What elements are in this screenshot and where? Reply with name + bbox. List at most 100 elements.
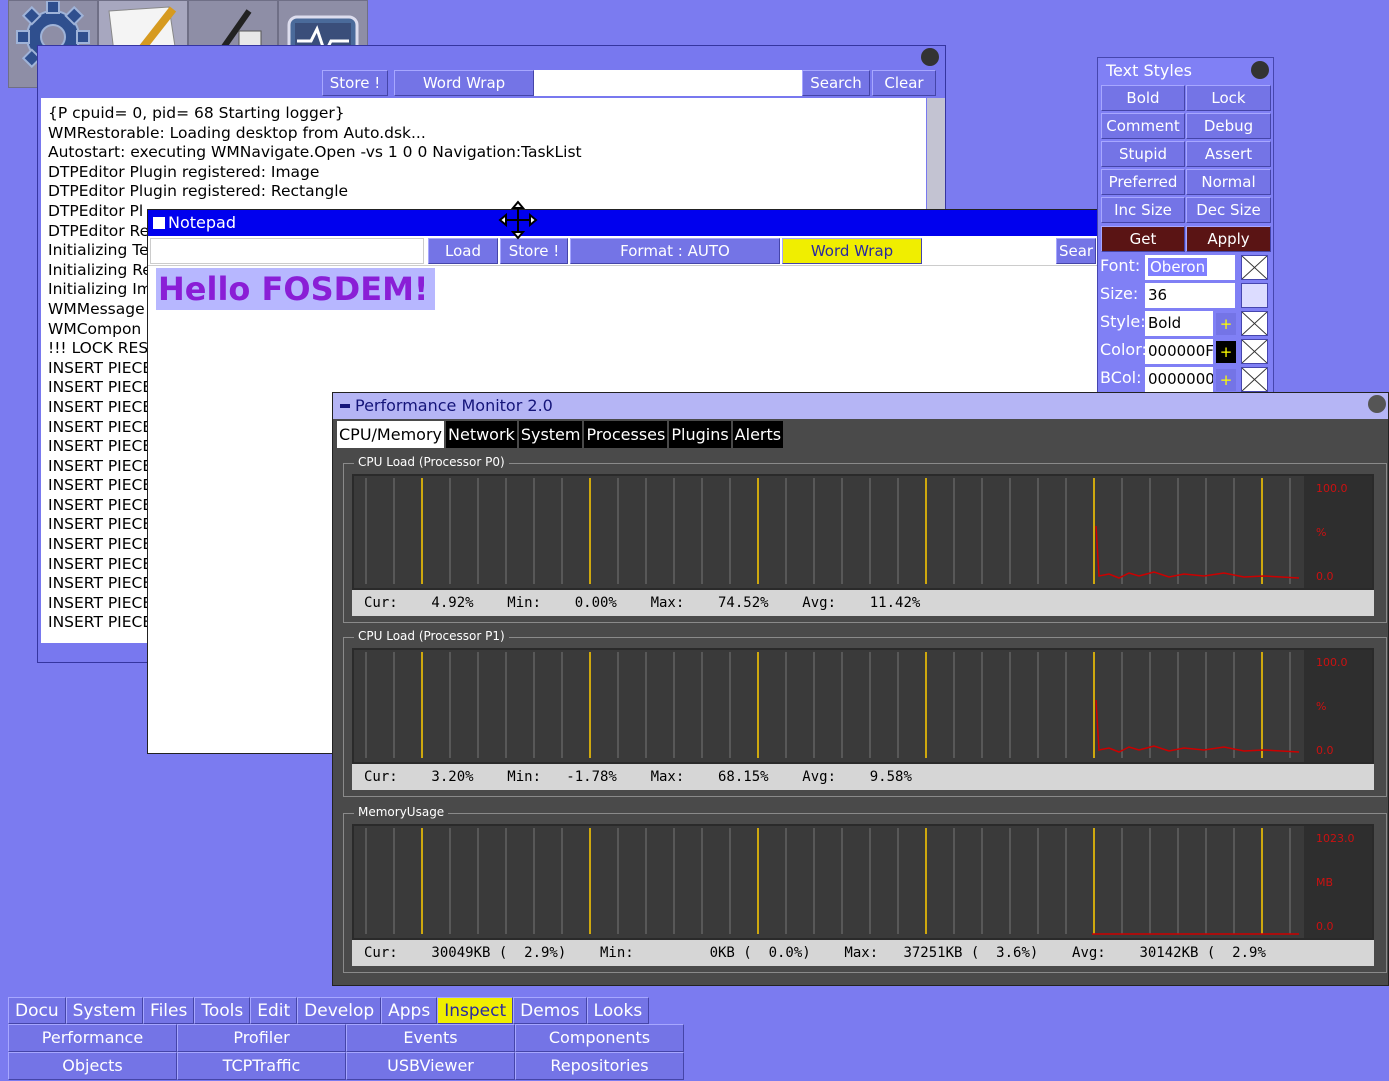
close-knob-icon[interactable] (1368, 395, 1386, 413)
perf-monitor-titlebar[interactable]: Performance Monitor 2.0 (333, 393, 1388, 419)
apply-button[interactable]: Apply (1186, 226, 1271, 252)
size-field[interactable]: 36 (1145, 283, 1235, 308)
log-line: Autostart: executing WMNavigate.Open -vs… (48, 143, 582, 162)
notepad-titlebar[interactable]: Notepad (148, 210, 1156, 236)
style-button-dec-size[interactable]: Dec Size (1186, 197, 1271, 223)
store-button[interactable]: Store ! (322, 70, 388, 96)
perf-group-title: CPU Load (Processor P0) (354, 455, 509, 469)
menu-tools[interactable]: Tools (194, 997, 251, 1024)
log-line: DTPEditor Plugin registered: Rectangle (48, 182, 349, 201)
perf-trace (1095, 699, 1300, 753)
menu-demos[interactable]: Demos (513, 997, 587, 1024)
bcol-label: BCol: (1100, 368, 1142, 387)
menu-files[interactable]: Files (143, 997, 195, 1024)
style-clear-icon[interactable] (1241, 311, 1268, 336)
log-line: WMRestorable: Loading desktop from Auto.… (48, 123, 426, 142)
format-button[interactable]: Format : AUTO (570, 238, 780, 264)
color-field[interactable]: 000000FF (1145, 339, 1213, 364)
perf-graph-svg: 100.0% 0.0 (365, 476, 1372, 588)
menu-docu[interactable]: Docu (8, 997, 66, 1024)
style-button-stupid[interactable]: Stupid (1101, 141, 1185, 167)
style-button-comment[interactable]: Comment (1101, 113, 1185, 139)
tab-system[interactable]: System (518, 421, 583, 448)
submenu-performance[interactable]: Performance (8, 1024, 177, 1052)
bcol-field[interactable]: 0000000C (1145, 367, 1213, 392)
size-box[interactable] (1241, 283, 1268, 308)
window-menu-icon[interactable] (340, 404, 350, 408)
scale-label: 1023.0 (1316, 832, 1355, 845)
menu-system[interactable]: System (65, 997, 144, 1024)
menu-apps[interactable]: Apps (381, 997, 438, 1024)
style-button-preferred[interactable]: Preferred (1101, 169, 1185, 195)
perf-graph-svg: 100.0% 0.0 (365, 650, 1372, 762)
scale-label: % (1316, 700, 1326, 713)
text-styles-titlebar[interactable]: Text Styles (1098, 58, 1273, 84)
font-field[interactable]: Oberon (1145, 255, 1235, 280)
word-wrap-button[interactable]: Word Wrap (394, 70, 534, 96)
style-button-debug[interactable]: Debug (1186, 113, 1271, 139)
menu-develop[interactable]: Develop (297, 997, 382, 1024)
tab-processes[interactable]: Processes (584, 421, 668, 448)
word-wrap-toggle[interactable]: Word Wrap (782, 238, 922, 264)
submenu-repositories[interactable]: Repositories (515, 1052, 684, 1080)
perf-monitor-title: Performance Monitor 2.0 (355, 396, 553, 415)
search-button[interactable]: Sear (1056, 238, 1096, 264)
close-knob-icon[interactable] (1251, 61, 1269, 79)
menu-edit[interactable]: Edit (250, 997, 298, 1024)
submenu-events[interactable]: Events (346, 1024, 515, 1052)
menu-inspect[interactable]: Inspect (437, 997, 514, 1024)
submenu-usbviewer[interactable]: USBViewer (346, 1052, 515, 1080)
move-cursor-icon (498, 200, 538, 240)
perf-group: CPU Load (Processor P0) 100.0% 0.0 Cur: 4.9… (343, 455, 1387, 623)
notepad-title: Notepad (168, 213, 236, 232)
perf-stats: Cur: 4.92% Min: 0.00% Max: 74.52% Avg: 1… (352, 590, 1374, 616)
performance-monitor-window: Performance Monitor 2.0 CPU/Memory Networ… (332, 392, 1389, 986)
inspect-submenu: Performance Profiler Events Components Objec… (8, 1024, 684, 1081)
notepad-content[interactable]: Hello FOSDEM! (156, 268, 435, 310)
submenu-objects[interactable]: Objects (8, 1052, 177, 1080)
submenu-profiler[interactable]: Profiler (177, 1024, 346, 1052)
plus-icon[interactable]: + (1216, 341, 1236, 363)
style-button-assert[interactable]: Assert (1186, 141, 1271, 167)
perf-stats: Cur: 30049KB ( 2.9%) Min: 0KB ( 0.0%) Ma… (352, 940, 1374, 966)
bcol-clear-icon[interactable] (1241, 367, 1268, 392)
scale-label: MB (1316, 876, 1333, 889)
plus-icon[interactable]: + (1216, 313, 1236, 335)
submenu-components[interactable]: Components (515, 1024, 684, 1052)
get-button[interactable]: Get (1101, 226, 1185, 252)
clear-button[interactable]: Clear (872, 70, 936, 96)
submenu-tcptraffic[interactable]: TCPTraffic (177, 1052, 346, 1080)
style-field[interactable]: Bold (1145, 311, 1213, 336)
log-line: {P cpuid= 0, pid= 68 Starting logger} (48, 104, 345, 122)
tab-alerts[interactable]: Alerts (732, 421, 784, 448)
perf-stats: Cur: 3.20% Min: -1.78% Max: 68.15% Avg: … (352, 764, 1374, 790)
perf-graph: 100.0% 0.0 (352, 474, 1374, 590)
window-menu-icon[interactable] (153, 217, 165, 229)
perf-group: MemoryUsage 1023.0 MB 0.0 Cur: 30049KB ( 2.9… (343, 805, 1387, 973)
filename-input[interactable] (150, 238, 424, 264)
tab-network[interactable]: Network (446, 421, 517, 448)
main-menubar: Docu System Files Tools Edit Develop Apps Inspe… (8, 997, 650, 1024)
style-button-inc-size[interactable]: Inc Size (1101, 197, 1185, 223)
tab-cpu-memory[interactable]: CPU/Memory (337, 421, 444, 448)
close-knob-icon[interactable] (921, 48, 939, 66)
text-styles-window: Text Styles Bold Lock Comment Debug Stupid As… (1097, 57, 1274, 397)
perf-tabs: CPU/Memory Network System Processes Plugins A… (337, 421, 784, 448)
perf-group-title: CPU Load (Processor P1) (354, 629, 509, 643)
store-button[interactable]: Store ! (500, 238, 568, 264)
color-clear-icon[interactable] (1241, 339, 1268, 364)
scale-label: % (1316, 526, 1326, 539)
tab-plugins[interactable]: Plugins (669, 421, 731, 448)
menu-looks[interactable]: Looks (586, 997, 650, 1024)
scale-label: 0.0 (1316, 570, 1334, 583)
search-button[interactable]: Search (802, 70, 870, 96)
scale-label: 0.0 (1316, 920, 1334, 933)
style-button-lock[interactable]: Lock (1186, 85, 1271, 111)
load-button[interactable]: Load (428, 238, 498, 264)
log-search-input[interactable] (534, 70, 802, 96)
style-button-normal[interactable]: Normal (1186, 169, 1271, 195)
plus-icon[interactable]: + (1216, 369, 1236, 391)
style-button-bold[interactable]: Bold (1101, 85, 1185, 111)
log-window-titlebar[interactable] (38, 46, 945, 70)
font-clear-icon[interactable] (1241, 255, 1268, 280)
